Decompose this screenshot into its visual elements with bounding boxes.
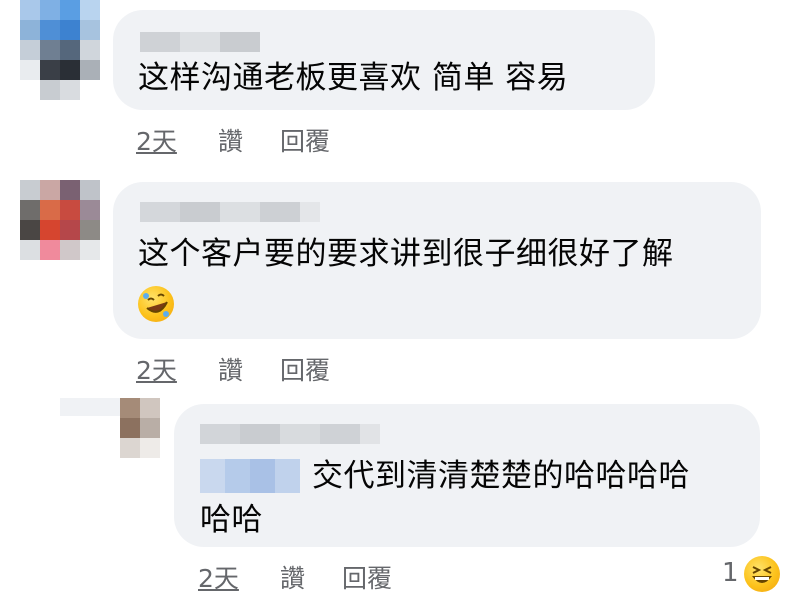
like-button[interactable]: 讚 — [280, 559, 305, 595]
timestamp-link[interactable]: 2天 — [198, 559, 239, 595]
author-name[interactable] — [140, 32, 260, 52]
like-button[interactable]: 讚 — [218, 351, 243, 387]
reply-button[interactable]: 回覆 — [280, 351, 330, 387]
author-name[interactable] — [200, 424, 380, 444]
timestamp-link[interactable]: 2天 — [136, 122, 177, 158]
author-name[interactable] — [140, 202, 320, 222]
comment-actions: 2天 讚 回覆 — [136, 351, 436, 385]
reply-button[interactable]: 回覆 — [280, 122, 330, 158]
avatar[interactable] — [20, 180, 100, 260]
reaction-count[interactable]: 1 — [722, 558, 739, 588]
comment-actions: 2天 讚 回覆 — [136, 122, 436, 156]
timestamp-link[interactable]: 2天 — [136, 351, 177, 387]
avatar[interactable] — [120, 398, 160, 458]
avatar[interactable] — [20, 0, 100, 100]
reply-button[interactable]: 回覆 — [342, 559, 392, 595]
comment-text: 交代到清清楚楚的哈哈哈哈 — [312, 458, 690, 494]
like-button[interactable]: 讚 — [218, 122, 243, 158]
grinning-squinting-emoji[interactable] — [744, 556, 780, 592]
comment-text-line-2: 哈哈 — [200, 502, 263, 538]
rolling-on-floor-laughing-emoji — [138, 286, 174, 322]
comment-actions: 2天 讚 回覆 — [198, 559, 498, 593]
comment-text: 这样沟通老板更喜欢 简单 容易 — [138, 60, 569, 96]
comment-text: 这个客户要的要求讲到很子细很好了解 — [138, 236, 674, 272]
thread-connector — [60, 398, 120, 416]
mentioned-user-link[interactable] — [200, 459, 300, 493]
